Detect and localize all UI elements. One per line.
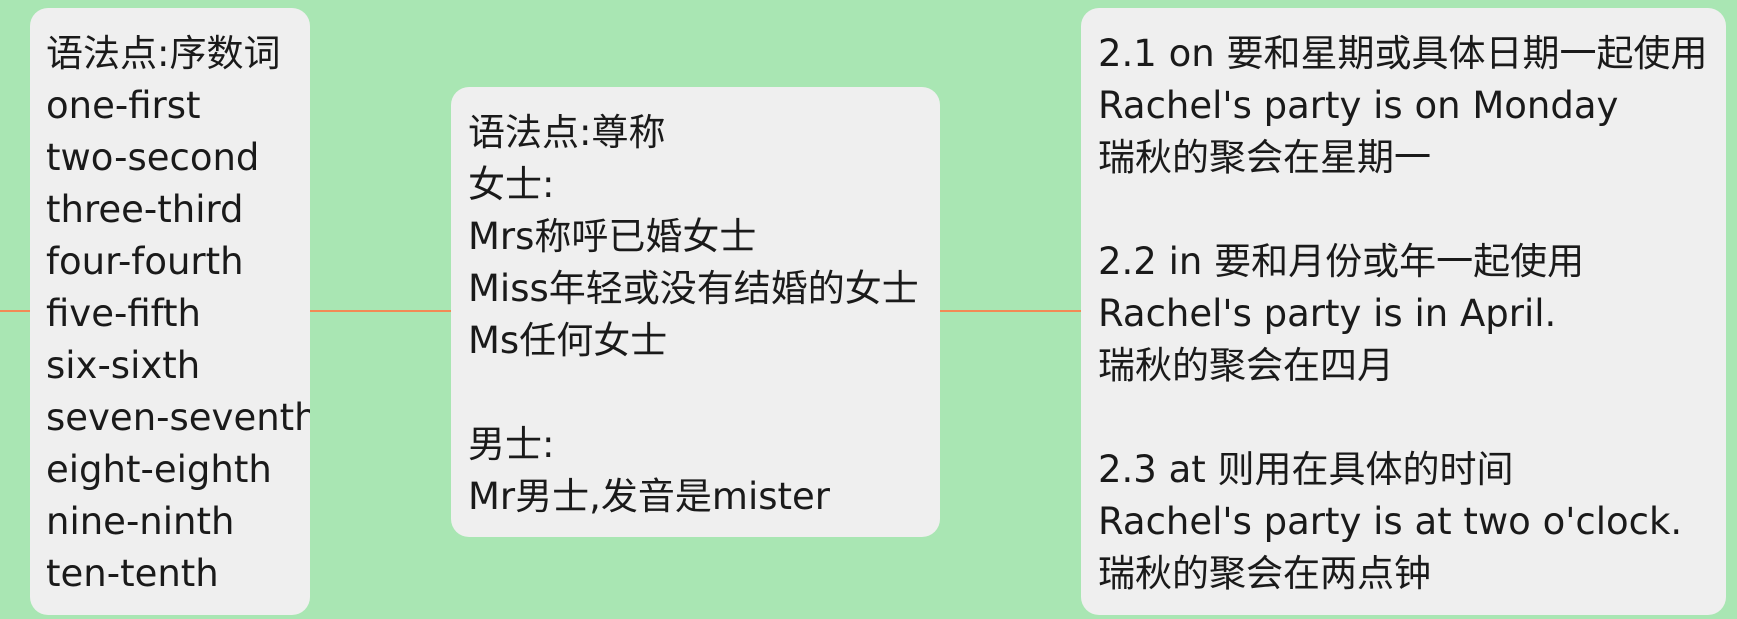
node-line: three-third xyxy=(46,188,244,231)
node-title: 语法点:序数词 xyxy=(46,32,281,75)
node-line: Mr男士,发音是mister xyxy=(468,475,830,518)
node-line-spacer xyxy=(468,367,940,419)
node-line: 2.3 at 则用在具体的时间 xyxy=(1098,448,1514,491)
node-line: Miss年轻或没有结婚的女士 xyxy=(468,267,919,310)
node-line: seven-seventh xyxy=(46,396,310,439)
node-line: 2.2 in 要和月份或年一起使用 xyxy=(1098,240,1585,283)
node-line: eight-eighth xyxy=(46,448,272,491)
topic-node-ordinal-numbers[interactable]: 语法点:序数词 one-first two-second three-third… xyxy=(30,8,310,615)
node-line: Rachel's party is in April. xyxy=(1098,292,1557,335)
node-line-spacer xyxy=(1098,184,1726,236)
node-line-spacer xyxy=(1098,392,1726,444)
node-line: 瑞秋的聚会在四月 xyxy=(1098,344,1394,387)
node-line: Ms任何女士 xyxy=(468,319,668,362)
topic-node-time-prepositions[interactable]: 2.1 on 要和星期或具体日期一起使用 Rachel's party is o… xyxy=(1081,8,1726,615)
node-line: nine-ninth xyxy=(46,500,235,543)
node-line: Rachel's party is on Monday xyxy=(1098,84,1619,127)
node-line: four-fourth xyxy=(46,240,244,283)
node-line: Rachel's party is at two o'clock. xyxy=(1098,500,1683,543)
node-line: five-fifth xyxy=(46,292,201,335)
node-line: Mrs称呼已婚女士 xyxy=(468,215,757,258)
node-line: ten-tenth xyxy=(46,552,219,595)
node-line: two-second xyxy=(46,136,260,179)
connector-line-middle-right xyxy=(938,310,1083,312)
node-line: 瑞秋的聚会在星期一 xyxy=(1098,136,1431,179)
node-line: 女士: xyxy=(468,163,555,206)
node-line: six-sixth xyxy=(46,344,201,387)
node-line: 瑞秋的聚会在两点钟 xyxy=(1098,552,1431,595)
node-line: 男士: xyxy=(468,423,555,466)
node-title: 2.1 on 要和星期或具体日期一起使用 xyxy=(1098,32,1708,75)
topic-node-titles-of-address[interactable]: 语法点:尊称 女士: Mrs称呼已婚女士 Miss年轻或没有结婚的女士 Ms任何… xyxy=(451,87,940,537)
node-title: 语法点:尊称 xyxy=(468,111,666,154)
node-line: one-first xyxy=(46,84,201,127)
connector-line-left xyxy=(0,310,32,312)
connector-line-middle-left xyxy=(308,310,453,312)
